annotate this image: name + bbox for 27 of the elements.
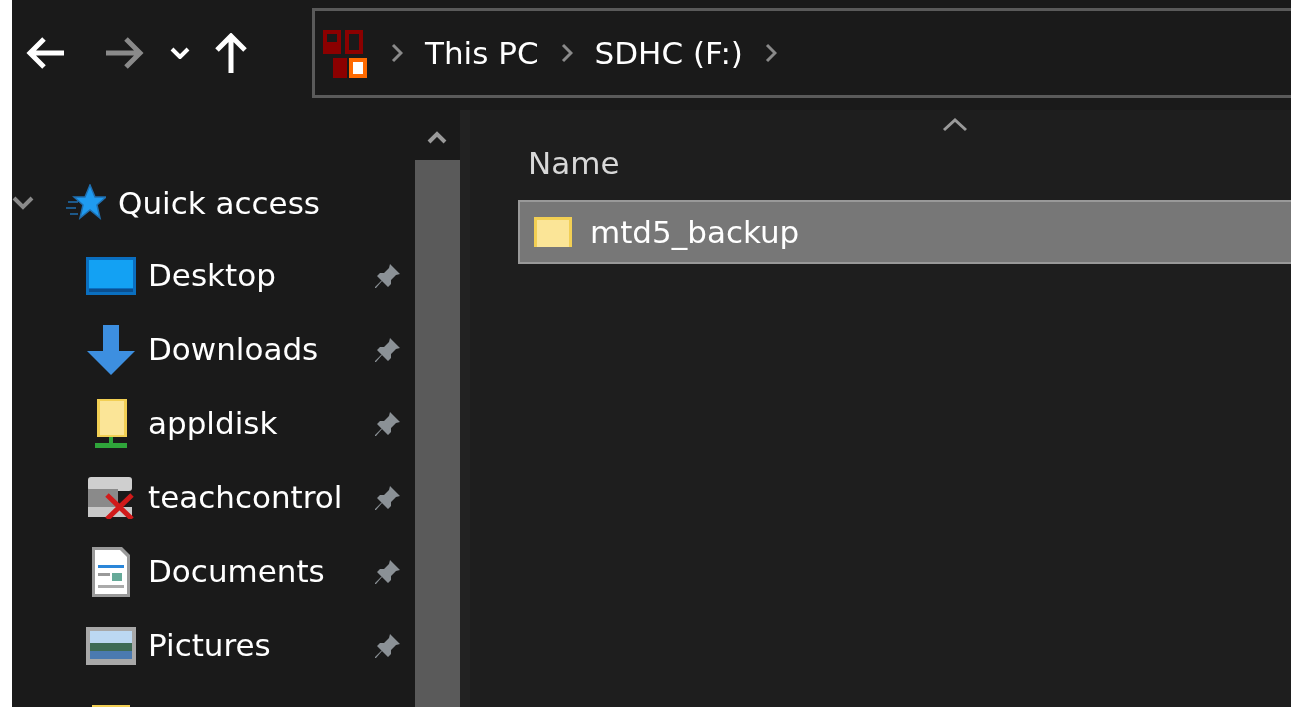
nav-item[interactable]: Downloads xyxy=(12,324,415,375)
chevron-right-icon xyxy=(764,43,777,63)
folder-icon xyxy=(534,217,572,247)
breadcrumb[interactable]: This PC xyxy=(425,29,539,77)
column-header[interactable]: Name xyxy=(528,140,620,187)
nav-item[interactable]: teachcontrol xyxy=(12,472,415,523)
network-folder-icon xyxy=(94,398,128,449)
back-arrow-icon[interactable] xyxy=(26,36,66,70)
monitor-icon xyxy=(86,256,136,295)
picture-icon xyxy=(86,626,136,665)
forward-arrow-icon[interactable] xyxy=(104,36,144,70)
down-arrow-icon xyxy=(86,324,136,375)
quick-access-label: Quick access xyxy=(118,184,320,223)
file-row[interactable]: mtd5_backup xyxy=(518,200,1291,264)
chevron-right-icon xyxy=(391,43,403,63)
chevron-right-icon xyxy=(560,43,573,63)
sort-caret-icon xyxy=(942,118,968,132)
up-arrow-icon[interactable] xyxy=(214,33,248,73)
breadcrumb[interactable]: SDHC (F:) xyxy=(594,29,743,77)
disconnected-drive-icon xyxy=(88,476,134,519)
quick-access-header[interactable]: Quick access xyxy=(12,180,415,227)
address-bar[interactable]: This PC SDHC (F:) xyxy=(312,8,1291,98)
document-icon xyxy=(92,546,130,597)
nav-item[interactable]: Pictures xyxy=(12,620,415,671)
nav-item[interactable]: Desktop xyxy=(12,250,415,301)
nav-item[interactable]: appldisk xyxy=(12,398,415,449)
nav-item[interactable]: Documents xyxy=(12,546,415,597)
